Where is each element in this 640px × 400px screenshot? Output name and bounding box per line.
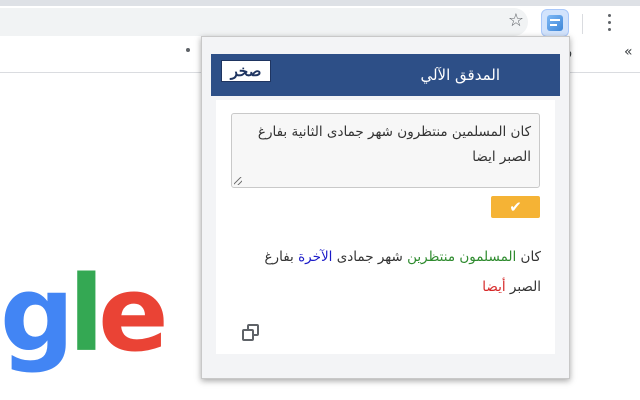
logo-letter-g: g bbox=[0, 253, 74, 375]
corrected-text: كان المسلمون منتظرين شهر جمادى الآخرة بف… bbox=[231, 242, 542, 302]
result-word: كان bbox=[520, 249, 541, 265]
bookmark-dot-icon bbox=[186, 48, 190, 52]
popup-title: المدقق الآلي bbox=[420, 66, 500, 84]
result-word-corrected: المسلمون bbox=[459, 249, 517, 265]
extension-icon bbox=[547, 15, 563, 31]
result-word: جمادى bbox=[336, 249, 374, 265]
check-button[interactable]: ✔ bbox=[491, 196, 540, 218]
result-word: شهر bbox=[377, 249, 403, 265]
logo-letter-l: l bbox=[68, 253, 104, 375]
resize-grip-icon[interactable] bbox=[234, 177, 242, 185]
result-word: الصبر bbox=[509, 279, 541, 295]
extension-button[interactable] bbox=[541, 9, 569, 37]
logo-letter-e: e bbox=[98, 253, 169, 375]
input-text: كان المسلمين منتظرون شهر جمادى الثانية ب… bbox=[257, 124, 531, 165]
extension-popup: صخر المدقق الآلي كان المسلمين منتظرون شه… bbox=[201, 36, 570, 379]
bookmark-star-icon[interactable]: ☆ bbox=[506, 11, 526, 31]
menu-icon[interactable] bbox=[602, 10, 618, 36]
result-word-corrected: أيضا bbox=[482, 279, 506, 295]
toolbar: ☆ bbox=[0, 6, 640, 40]
sakhr-logo: صخر bbox=[221, 60, 271, 82]
result-word-corrected: الآخرة bbox=[298, 249, 333, 265]
address-bar[interactable] bbox=[0, 8, 528, 36]
google-logo: gle bbox=[0, 262, 169, 366]
popup-header: صخر المدقق الآلي bbox=[211, 54, 560, 96]
copy-icon[interactable] bbox=[242, 324, 262, 344]
checker-card: كان المسلمين منتظرون شهر جمادى الثانية ب… bbox=[216, 100, 555, 354]
result-word: بفارغ bbox=[264, 249, 294, 265]
text-input-area[interactable]: كان المسلمين منتظرون شهر جمادى الثانية ب… bbox=[231, 113, 540, 188]
toolbar-divider bbox=[582, 14, 583, 34]
result-word-corrected: منتظرين bbox=[407, 249, 456, 265]
more-bookmarks-chevron-icon[interactable]: « bbox=[624, 44, 633, 60]
